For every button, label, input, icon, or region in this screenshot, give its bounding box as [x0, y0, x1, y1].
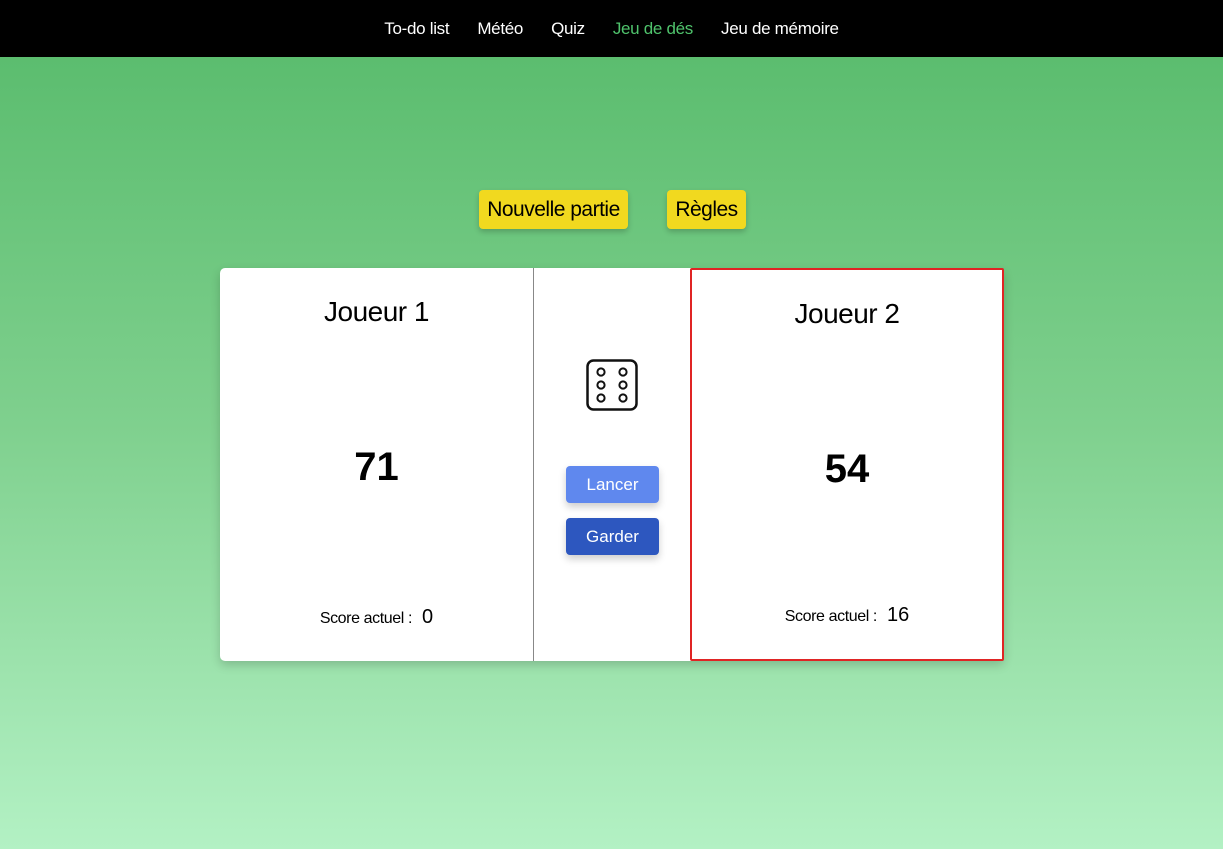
player-1-score: 71 [354, 445, 399, 489]
nav-link-todo[interactable]: To-do list [384, 19, 449, 39]
player-2-score: 54 [824, 447, 870, 491]
player-1-current: Score actuel : 0 [220, 606, 533, 629]
hold-button[interactable]: Garder [566, 518, 659, 555]
new-game-button[interactable]: Nouvelle partie [479, 190, 628, 229]
player-2-name: Joueur 2 [794, 298, 900, 329]
game-board: Joueur 1 71 Score actuel : 0 Lancer Gard… [220, 268, 1004, 661]
dice-panel: Lancer Garder [534, 268, 690, 661]
nav-link-quiz[interactable]: Quiz [551, 19, 585, 39]
player-2-current-value: 16 [886, 604, 910, 626]
player-1-name: Joueur 1 [324, 296, 429, 327]
top-navigation: To-do list Météo Quiz Jeu de dés Jeu de … [0, 0, 1223, 57]
rules-button[interactable]: Règles [667, 190, 746, 229]
dice-six-icon [586, 359, 638, 411]
player-1-panel: Joueur 1 71 Score actuel : 0 [220, 268, 534, 661]
player-2-current: Score actuel : 16 [692, 604, 1002, 627]
roll-button[interactable]: Lancer [566, 466, 659, 503]
current-score-label: Score actuel : [319, 610, 413, 627]
player-2-panel: Joueur 2 54 Score actuel : 16 [690, 268, 1004, 661]
current-score-label: Score actuel : [784, 608, 878, 625]
nav-link-meteo[interactable]: Météo [477, 19, 523, 39]
nav-link-dice-game[interactable]: Jeu de dés [613, 19, 693, 39]
nav-link-memory-game[interactable]: Jeu de mémoire [721, 19, 839, 39]
player-1-current-value: 0 [422, 606, 434, 628]
